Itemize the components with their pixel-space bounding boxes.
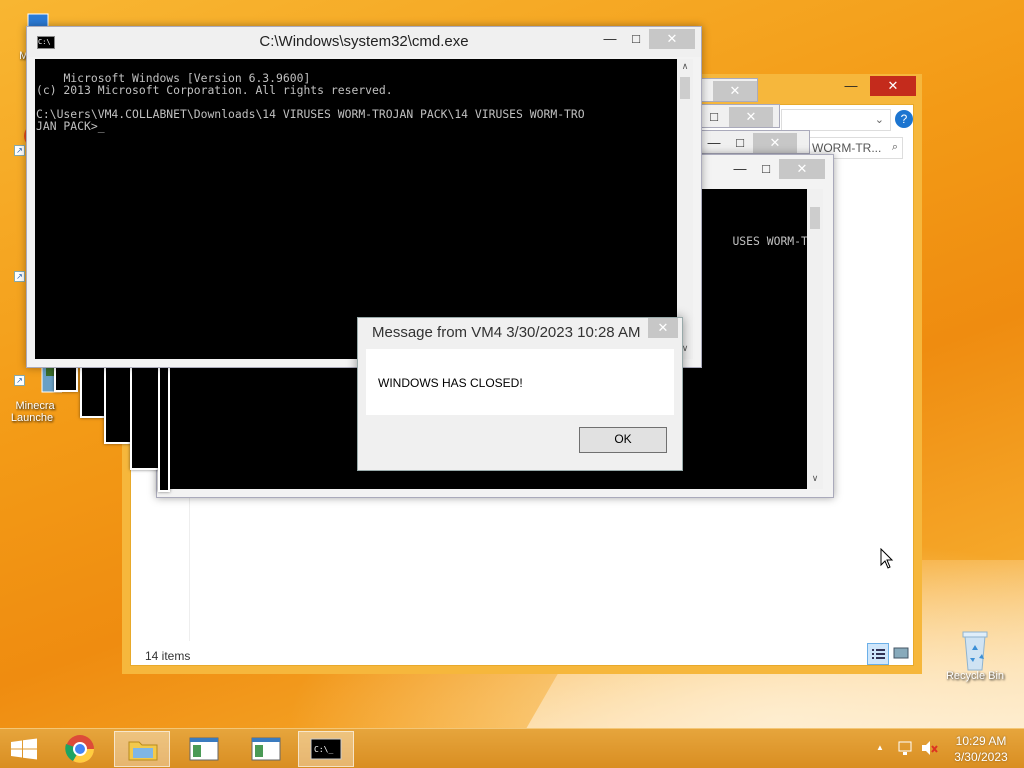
shortcut-arrow-icon: ↗ <box>14 375 25 386</box>
shortcut-arrow-icon: ↗ <box>14 271 25 282</box>
scroll-down-icon[interactable]: ∨ <box>807 473 823 484</box>
window-app-icon <box>251 737 281 761</box>
explorer-address-dropdown[interactable]: ⌄ <box>781 109 891 131</box>
explorer-search-text: WORM-TR... <box>812 141 882 155</box>
taskbar-window-button[interactable] <box>176 731 232 767</box>
start-button[interactable] <box>0 731 48 767</box>
explorer-status-count: 14 items <box>145 649 191 663</box>
search-icon: ⌕ <box>891 141 898 153</box>
cmd-close-button[interactable]: ✕ <box>649 29 695 49</box>
cmd-titlebar[interactable]: C:\ C:\Windows\system32\cmd.exe — □ ✕ <box>27 27 701 57</box>
stacked-close-button[interactable]: ✕ <box>713 81 757 101</box>
cmd-back-scrollbar[interactable]: ∨ <box>807 189 823 489</box>
stacked-maximize-button[interactable]: □ <box>701 107 727 127</box>
stacked-window-titlebar[interactable]: □ ✕ <box>700 104 780 128</box>
windows-logo-icon <box>11 738 37 760</box>
chevron-down-icon: ⌄ <box>874 114 884 126</box>
stacked-maximize-button[interactable]: □ <box>727 133 753 153</box>
message-dialog-title: Message from VM4 3/30/2023 10:28 AM <box>372 324 641 341</box>
details-view-icon[interactable] <box>867 643 889 665</box>
cmd-scrollbar[interactable]: ∧ ∨ <box>677 59 693 359</box>
cmd-back-console-text: USES WORM-TRO <box>732 234 807 248</box>
clock-time[interactable]: 10:29 AM <box>946 734 1016 748</box>
taskbar-explorer-button[interactable] <box>114 731 170 767</box>
taskbar-chrome-button[interactable] <box>52 731 108 767</box>
scrollbar-thumb[interactable] <box>680 77 690 99</box>
stacked-console-window[interactable] <box>158 360 170 492</box>
shortcut-arrow-icon: ↗ <box>14 145 25 156</box>
chrome-icon <box>65 735 94 763</box>
large-icons-view-icon[interactable] <box>891 643 913 665</box>
taskbar-window-button[interactable] <box>238 731 294 767</box>
stacked-window-titlebar[interactable]: ✕ <box>700 78 758 102</box>
recycle-bin-icon <box>957 631 993 671</box>
ok-button[interactable]: OK <box>579 427 667 453</box>
cmd-back-maximize-button[interactable]: □ <box>753 159 779 179</box>
message-dialog[interactable]: Message from VM4 3/30/2023 10:28 AM ✕ WI… <box>357 317 683 471</box>
cmd-console-text: Microsoft Windows [Version 6.3.9600] (c)… <box>36 71 585 133</box>
tray-overflow-chevron[interactable]: ▲ <box>876 743 884 752</box>
window-app-icon <box>189 737 219 761</box>
cmd-console[interactable]: Microsoft Windows [Version 6.3.9600] (c)… <box>35 59 677 359</box>
cmd-maximize-button[interactable]: □ <box>623 29 649 49</box>
taskbar: C:\_ ▲ 10:29 AM 3/30/2023 <box>0 728 1024 768</box>
svg-text:C:\_: C:\_ <box>314 745 333 754</box>
clock-date[interactable]: 3/30/2023 <box>946 750 1016 764</box>
stacked-minimize-button[interactable]: — <box>701 133 727 153</box>
explorer-minimize-button[interactable]: — <box>838 76 864 96</box>
cmd-back-minimize-button[interactable]: — <box>727 159 753 179</box>
message-dialog-body: WINDOWS HAS CLOSED! <box>366 349 674 415</box>
message-text: WINDOWS HAS CLOSED! <box>378 376 523 390</box>
cmd-back-close-button[interactable]: ✕ <box>779 159 825 179</box>
stacked-close-button[interactable]: ✕ <box>729 107 773 127</box>
help-icon[interactable]: ? <box>895 110 913 128</box>
cmd-minimize-button[interactable]: — <box>597 29 623 49</box>
stacked-window-titlebar[interactable]: — □ ✕ <box>700 130 810 154</box>
folder-icon <box>128 741 158 761</box>
scroll-up-icon[interactable]: ∧ <box>677 61 693 72</box>
network-icon[interactable] <box>897 739 915 762</box>
mouse-cursor-icon <box>880 547 894 575</box>
desktop-icon-recycle-bin[interactable]: Recycle Bin <box>942 631 1008 682</box>
volume-muted-icon[interactable] <box>920 739 940 762</box>
taskbar-cmd-button[interactable]: C:\_ <box>298 731 354 767</box>
stacked-close-button[interactable]: ✕ <box>753 133 797 153</box>
explorer-close-button[interactable]: ✕ <box>870 76 916 96</box>
cmd-icon: C:\_ <box>310 738 342 760</box>
scrollbar-thumb[interactable] <box>810 207 820 229</box>
message-dialog-close-button[interactable]: ✕ <box>648 318 678 338</box>
